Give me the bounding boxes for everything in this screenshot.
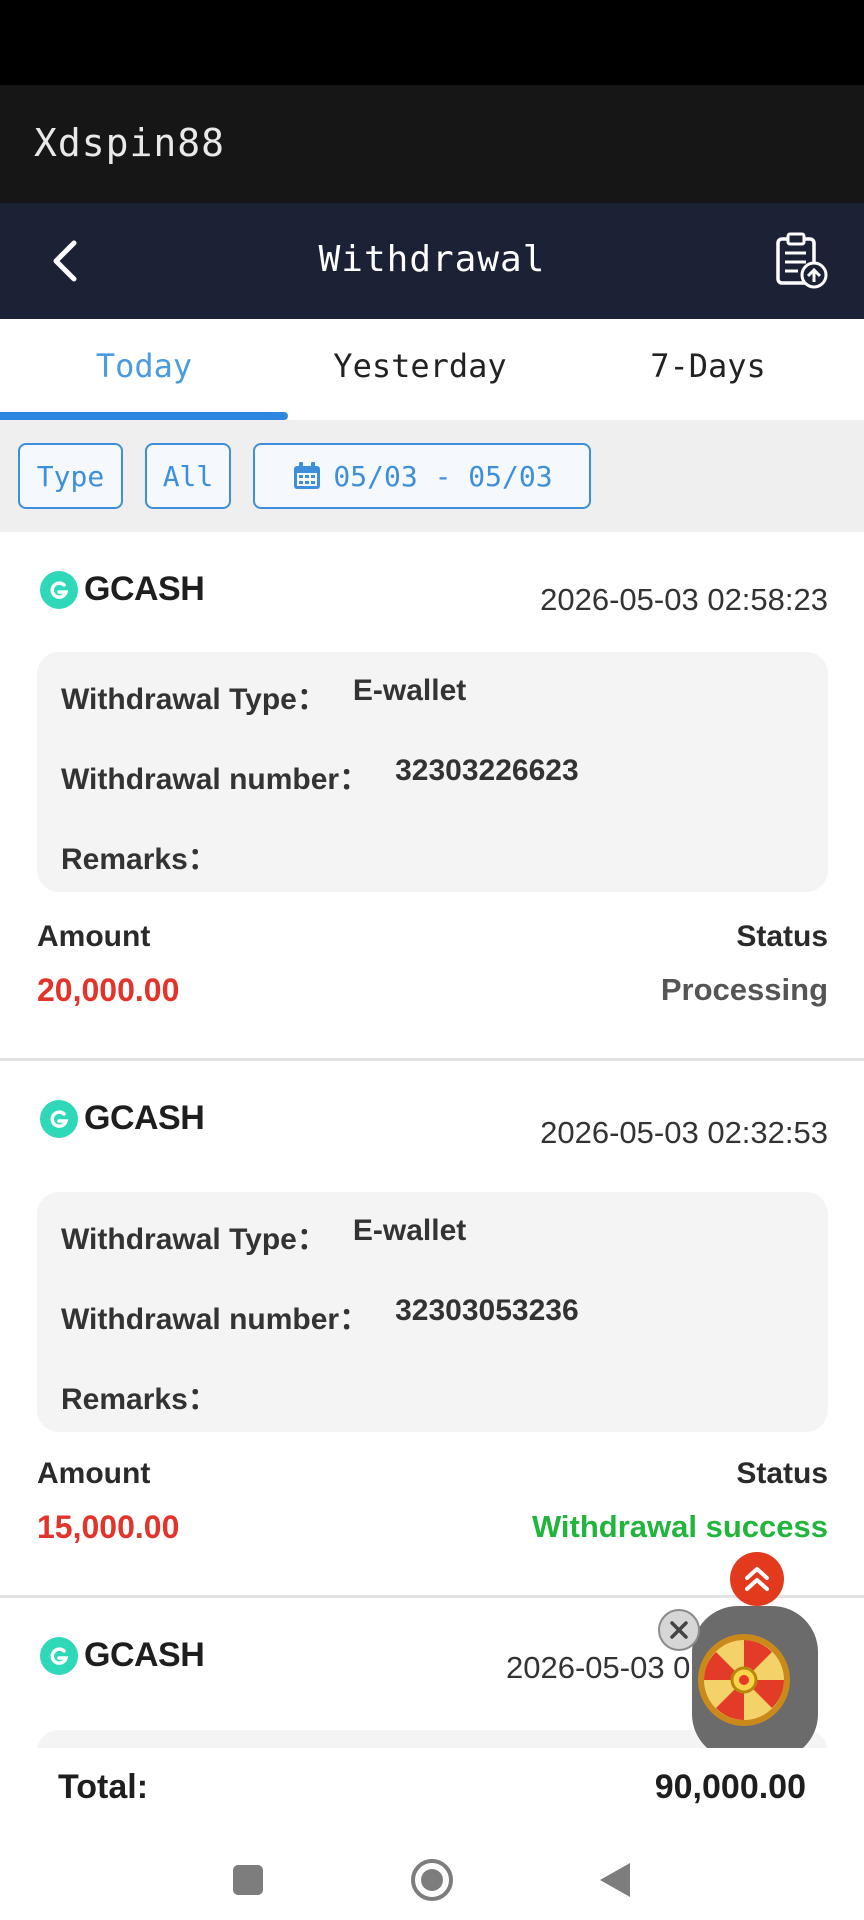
gcash-logo: GCASH bbox=[40, 1099, 205, 1138]
amount-label: Amount bbox=[37, 1457, 151, 1490]
date-range-text: 05/03 - 05/03 bbox=[333, 459, 553, 493]
date-range-filter[interactable]: 05/03 - 05/03 bbox=[253, 443, 591, 509]
nav-bar: Withdrawal bbox=[0, 203, 864, 319]
calendar-icon bbox=[294, 462, 321, 489]
status-label: Status bbox=[736, 1457, 828, 1490]
app-header: Xdspin88 bbox=[0, 85, 864, 203]
gcash-logo: GCASH bbox=[40, 1636, 205, 1675]
type-filter[interactable]: Type bbox=[18, 443, 123, 509]
withdrawal-number-value: 32303053236 bbox=[395, 1294, 579, 1327]
scroll-top-icon bbox=[745, 1567, 769, 1591]
gcash-logo: GCASH bbox=[40, 570, 205, 609]
close-icon bbox=[670, 1621, 688, 1639]
all-filter[interactable]: All bbox=[145, 443, 231, 509]
total-bar: Total: 90,000.00 bbox=[0, 1748, 864, 1828]
withdrawal-type-value: E-wallet bbox=[352, 674, 467, 707]
status-label: Status bbox=[736, 920, 828, 953]
amount-label: Amount bbox=[37, 920, 151, 953]
scroll-top-button[interactable] bbox=[730, 1552, 784, 1606]
amount-value: 15,000.00 bbox=[37, 1509, 180, 1545]
back-nav-icon[interactable] bbox=[598, 1861, 632, 1899]
total-label: Total: bbox=[58, 1768, 149, 1806]
status-value: Withdrawal success bbox=[531, 1509, 828, 1544]
provider-name: GCASH bbox=[84, 1636, 205, 1674]
home-nav-icon[interactable] bbox=[410, 1858, 454, 1902]
total-value: 90,000.00 bbox=[654, 1768, 806, 1806]
gcash-logo-icon bbox=[40, 570, 78, 609]
record-details: Withdrawal Type： E-wallet Withdrawal numb… bbox=[37, 652, 828, 892]
filter-bar: Type All 05/03 - 05/03 bbox=[0, 420, 864, 532]
square-nav-icon[interactable] bbox=[232, 1864, 264, 1896]
status-bar bbox=[0, 0, 864, 85]
withdrawal-number-label: Withdrawal number： bbox=[61, 763, 370, 796]
tab-indicator bbox=[0, 412, 288, 420]
page-title: Withdrawal bbox=[318, 239, 546, 280]
close-widget-button[interactable] bbox=[658, 1609, 700, 1651]
withdrawal-type-label: Withdrawal Type： bbox=[61, 1223, 327, 1256]
record-timestamp: 2026-05-03 02:58:23 bbox=[540, 582, 828, 617]
spin-wheel-icon bbox=[698, 1634, 790, 1726]
tab-7-days[interactable]: 7-Days bbox=[564, 347, 852, 385]
withdrawal-record[interactable]: GCASH 2026-05-03 02:58:23 Withdrawal Typ… bbox=[0, 532, 864, 1058]
amount-value: 20,000.00 bbox=[37, 972, 180, 1008]
provider-name: GCASH bbox=[84, 570, 205, 608]
app-title: Xdspin88 bbox=[34, 121, 226, 165]
remarks-label: Remarks： bbox=[61, 1383, 218, 1416]
tab-yesterday[interactable]: Yesterday bbox=[276, 347, 564, 385]
remarks-label: Remarks： bbox=[61, 843, 218, 876]
system-nav-bar bbox=[0, 1828, 864, 1920]
status-value: Processing bbox=[660, 972, 828, 1007]
history-button[interactable] bbox=[770, 231, 830, 291]
gcash-logo-icon bbox=[40, 1099, 78, 1138]
withdrawal-type-value: E-wallet bbox=[352, 1214, 467, 1247]
record-timestamp: 2026-05-03 0 bbox=[506, 1650, 691, 1685]
date-tabs: Today Yesterday 7-Days bbox=[0, 319, 864, 420]
tab-today[interactable]: Today bbox=[0, 347, 288, 385]
spin-wheel-widget[interactable] bbox=[692, 1606, 818, 1760]
withdrawal-record[interactable]: GCASH 2026-05-03 02:32:53 Withdrawal Typ… bbox=[0, 1061, 864, 1595]
gcash-logo-icon bbox=[40, 1636, 78, 1675]
record-timestamp: 2026-05-03 02:32:53 bbox=[540, 1115, 828, 1150]
record-details: Withdrawal Type： E-wallet Withdrawal numb… bbox=[37, 1192, 828, 1432]
provider-name: GCASH bbox=[84, 1099, 205, 1137]
withdrawal-number-value: 32303226623 bbox=[395, 754, 579, 787]
withdrawal-number-label: Withdrawal number： bbox=[61, 1303, 370, 1336]
withdrawal-type-label: Withdrawal Type： bbox=[61, 683, 327, 716]
clipboard-upload-icon bbox=[776, 232, 828, 289]
